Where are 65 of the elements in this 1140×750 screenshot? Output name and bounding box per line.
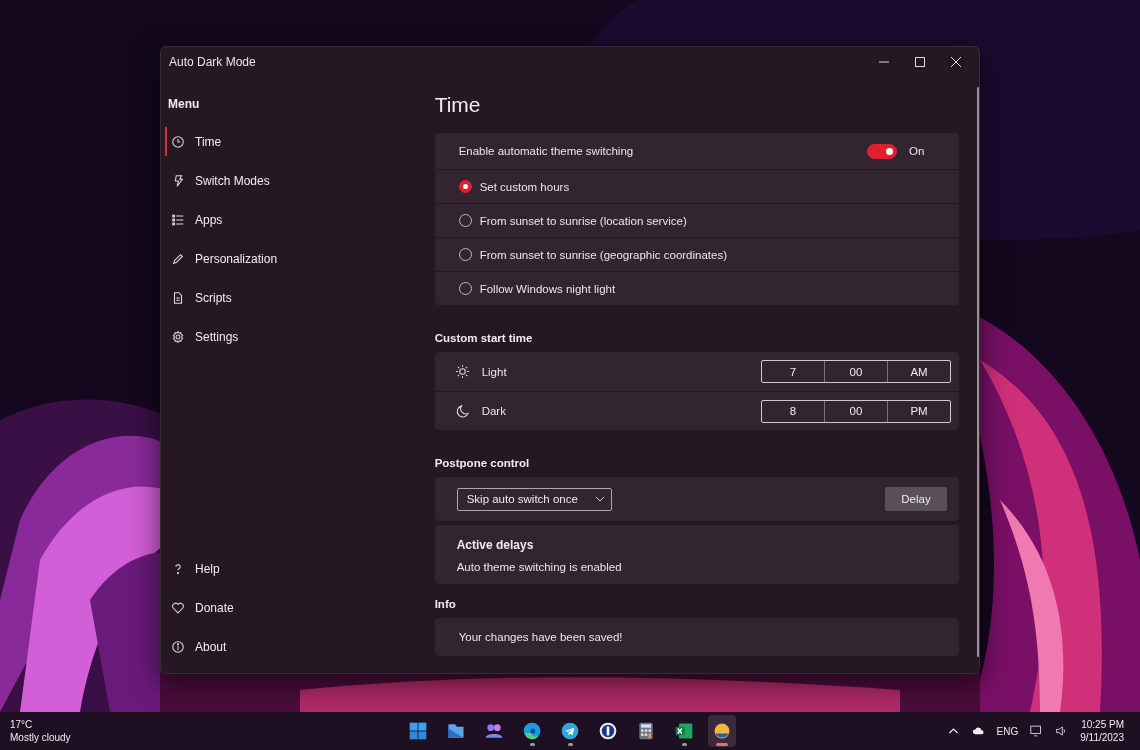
dropdown[interactable]: Skip auto switch once	[456, 487, 612, 511]
list-icon	[171, 212, 185, 227]
nav-item[interactable]: About	[165, 632, 235, 661]
nav-item[interactable]: Apps	[165, 205, 231, 234]
chevron-down-icon	[594, 496, 605, 502]
nav-item[interactable]: Settings	[165, 322, 247, 351]
folder-icon[interactable]	[446, 721, 466, 741]
time-label: Light	[481, 365, 507, 378]
paper-plane-icon[interactable]	[560, 721, 580, 741]
monitor-icon[interactable]	[1030, 725, 1044, 737]
toggle-switch[interactable]	[867, 143, 897, 159]
radio-label: From sunset to sunrise (geographic coordinates)	[479, 248, 728, 261]
clock-icon	[171, 134, 185, 149]
running-indicator	[681, 743, 687, 746]
taskbar-button[interactable]	[708, 715, 736, 747]
time-picker[interactable]: 7 00 AM	[761, 360, 951, 383]
running-indicator	[567, 743, 573, 746]
status-text: Auto theme switching is enabled	[456, 561, 622, 573]
running-indicator	[529, 743, 535, 746]
section-heading: Postpone control	[434, 457, 530, 469]
radio-label: Follow Windows night light	[479, 282, 616, 295]
page-title: Time	[434, 93, 481, 117]
time-label: Dark	[481, 405, 506, 417]
nav-item[interactable]: Time	[165, 127, 230, 156]
settings-icon	[171, 329, 185, 344]
close-icon[interactable]	[951, 57, 961, 67]
heart-icon	[171, 600, 185, 615]
delay-button[interactable]: Delay	[885, 487, 947, 511]
calculator-icon[interactable]	[636, 721, 656, 741]
browser-icon[interactable]	[522, 721, 542, 741]
people-icon[interactable]	[484, 721, 504, 741]
temperature: 17°C	[10, 718, 33, 731]
scrollbar[interactable]	[977, 87, 979, 657]
nav-item[interactable]: Switch Modes	[165, 166, 278, 195]
language-indicator[interactable]: ENG	[996, 725, 1019, 737]
radio-label: Set custom hours	[479, 180, 570, 193]
menu-heading: Menu	[167, 97, 200, 111]
start-icon[interactable]	[408, 721, 428, 741]
toggle-state: On	[909, 145, 925, 157]
clock[interactable]: 10:25 PM 9/11/2023	[1080, 718, 1130, 744]
cloud-icon[interactable]	[971, 725, 985, 737]
moon-icon	[454, 403, 470, 419]
card-title: Active delays	[456, 538, 534, 552]
info-message: Your changes have been saved!	[458, 631, 623, 643]
info-icon	[171, 639, 185, 654]
nav-item[interactable]: Help	[165, 554, 228, 583]
weather-condition: Mostly cloudy	[10, 731, 71, 744]
maximize-icon[interactable]	[915, 57, 925, 67]
running-indicator	[716, 743, 728, 746]
spreadsheet-icon[interactable]	[674, 721, 694, 741]
key-circle-icon[interactable]	[598, 721, 618, 741]
section-heading: Custom start time	[434, 332, 533, 344]
nav-item[interactable]: Personalization	[165, 244, 286, 273]
time-picker[interactable]: 8 00 PM	[761, 399, 951, 423]
setting-label: Enable automatic theme switching	[458, 145, 634, 157]
section-heading: Info	[434, 598, 456, 610]
nav-item[interactable]: Scripts	[165, 283, 240, 312]
sun-moon-icon[interactable]	[712, 721, 732, 741]
radio-button[interactable]	[458, 180, 472, 193]
document-icon	[171, 290, 185, 305]
pen-icon	[171, 251, 185, 266]
sun-icon	[454, 364, 470, 379]
window-title: Auto Dark Mode	[169, 55, 256, 69]
nav-item[interactable]: Donate	[165, 593, 242, 622]
radio-label: From sunset to sunrise (location service)	[479, 214, 687, 227]
